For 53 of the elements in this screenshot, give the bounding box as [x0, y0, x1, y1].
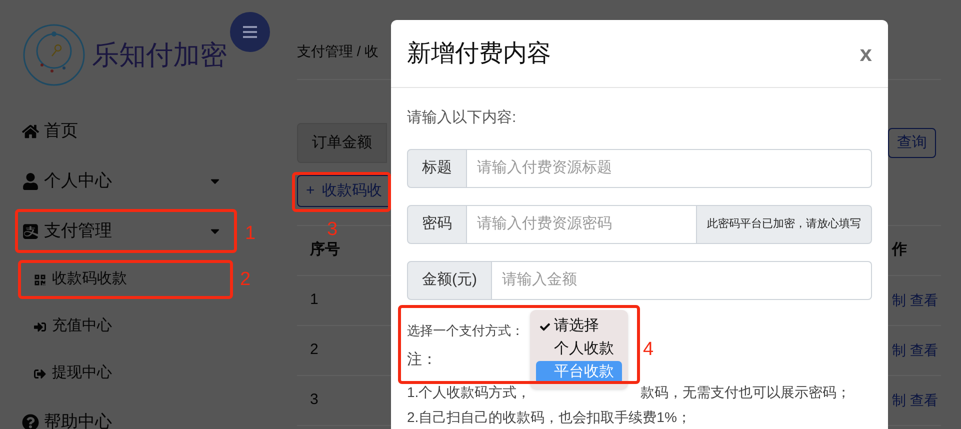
action-link[interactable]: 制 [892, 290, 906, 311]
input-field[interactable]: 请输入金额 [492, 260, 872, 300]
annotation-number: 4 [643, 338, 654, 362]
column-header: 序号 [308, 240, 341, 260]
nav-item[interactable]: 帮助中心 [22, 405, 230, 429]
action-link[interactable]: 查看 [910, 290, 938, 311]
logo-text: 乐知付加密 [92, 38, 227, 72]
dropdown-option[interactable]: 请选择 [536, 315, 622, 338]
sign-in-icon [34, 320, 46, 332]
nav-subitem[interactable]: 充值中心 [22, 310, 230, 343]
menu-button[interactable] [230, 12, 270, 52]
action-link[interactable]: 制 [892, 340, 906, 361]
action-link[interactable]: 查看 [910, 340, 938, 361]
table-cell-text: 3 [309, 390, 320, 410]
table-cell-text: 1 [309, 290, 320, 310]
annotation-number: 1 [245, 222, 256, 246]
menu-icon [243, 26, 257, 38]
field-label: 标题 [407, 148, 467, 188]
qr-code-icon [34, 274, 46, 286]
field-label: 密码 [407, 204, 467, 244]
notes-heading: 注： [407, 350, 437, 370]
nav-subitem[interactable]: 收款码收款 [22, 263, 230, 296]
input-field[interactable]: 请输入付费资源密码 [467, 204, 697, 244]
help-icon [22, 414, 39, 429]
table-cell-text: 2 [309, 340, 320, 360]
payment-icon [22, 222, 39, 240]
breadcrumb: 支付管理 / 收 [297, 42, 379, 61]
nav-subitem[interactable]: 提现中心 [22, 357, 230, 390]
filter-label: 订单金额 [297, 123, 387, 163]
close-button[interactable]: x [860, 42, 872, 64]
sign-out-icon [34, 368, 46, 380]
note-text: 款码，无需支付也可以展示密码； [640, 383, 851, 402]
action-link[interactable]: 制 [892, 390, 906, 411]
dropdown-option[interactable]: 个人收款 [536, 338, 622, 361]
note-text: 1.个人收款码方式， [407, 383, 531, 402]
nav-item[interactable]: 支付管理 [22, 214, 230, 248]
annotation-number: 2 [240, 268, 251, 292]
field-label: 金额(元) [407, 260, 492, 300]
user-icon [22, 172, 39, 190]
note-text: 2.自己扫自己的收款码，也会扣取手续费1%； [407, 408, 691, 427]
input-field[interactable]: 请输入付费资源标题 [467, 148, 872, 188]
field-hint: 此密码平台已加密，请放心填写 [697, 204, 872, 244]
check-icon [540, 322, 550, 332]
nav-item[interactable]: 首页 [22, 114, 230, 148]
column-header: 作 [892, 240, 907, 260]
nav-item[interactable]: 个人中心 [22, 164, 230, 198]
select-label: 选择一个支付方式： [407, 322, 524, 340]
home-icon [22, 122, 39, 140]
annotation-number: 3 [327, 218, 338, 242]
logo-icon [22, 23, 86, 87]
modal-title: 新增付费内容 [407, 38, 552, 68]
intro-text: 请输入以下内容: [407, 108, 516, 128]
action-link[interactable]: 查看 [910, 390, 938, 411]
